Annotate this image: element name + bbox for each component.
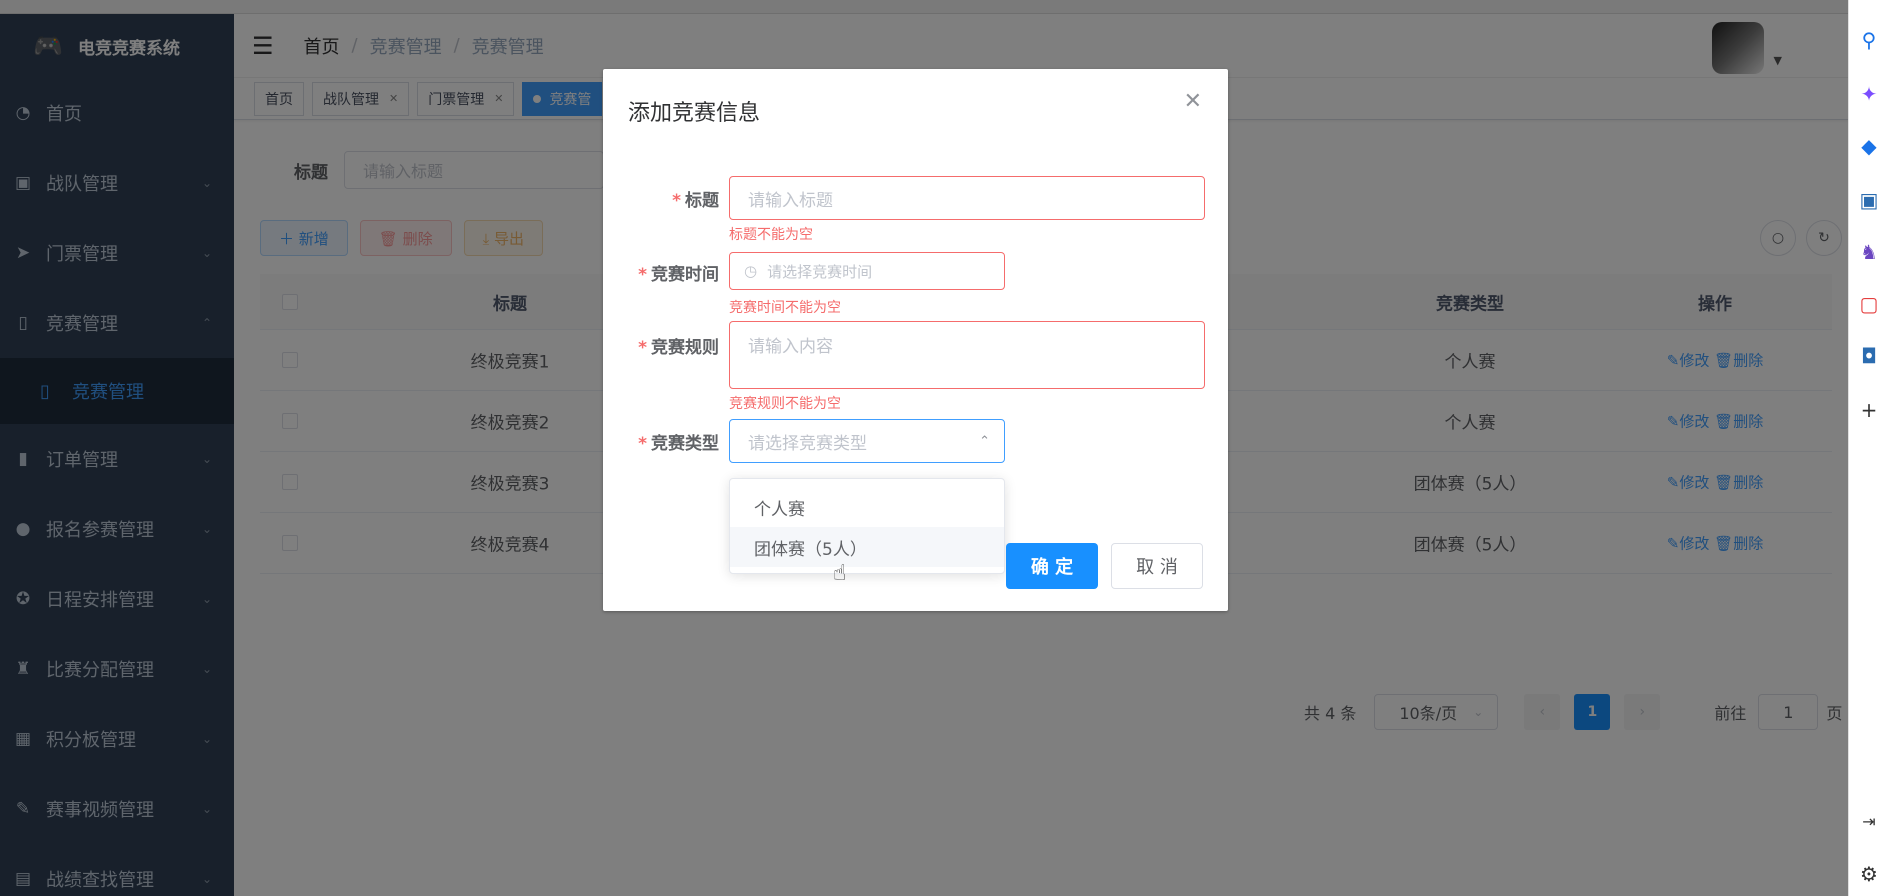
time-placeholder: 请选择竞赛时间 (767, 262, 873, 281)
cancel-button[interactable]: 取 消 (1111, 543, 1203, 589)
close-icon[interactable]: ✕ (1184, 89, 1202, 114)
chevron-up-icon: ⌃ (979, 433, 990, 449)
browser-side-bar: ⚲ ✦ ◆ ▣ ♞ ▢ ◘ + ⇥ ⚙ (1848, 0, 1888, 896)
clock-icon: ◷ (744, 262, 758, 280)
option-individual[interactable]: 个人赛 (730, 487, 1004, 527)
required-mark: * (672, 191, 681, 211)
games-icon[interactable]: ♞ (1849, 240, 1888, 264)
rules-error: 竞赛规则不能为空 (729, 396, 841, 412)
hand-cursor-icon: ☝ (833, 561, 847, 586)
office-icon[interactable]: ▢ (1849, 292, 1888, 316)
time-error: 竞赛时间不能为空 (729, 300, 841, 316)
outlook-icon[interactable]: ◘ (1849, 344, 1888, 368)
search-icon[interactable]: ⚲ (1849, 28, 1888, 52)
gear-icon[interactable]: ⚙ (1849, 862, 1888, 886)
toolbox-icon[interactable]: ▣ (1849, 188, 1888, 212)
add-competition-dialog: 添加竞赛信息 ✕ * 标题 请输入标题 标题不能为空 * 竞赛时间 ◷ 请选择竞赛时… (603, 69, 1228, 611)
dialog-title: 添加竞赛信息 (628, 101, 761, 126)
rules-textarea[interactable]: 请输入内容 (729, 321, 1205, 389)
field-label-rules: * 竞赛规则 (638, 338, 719, 358)
type-placeholder: 请选择竞赛类型 (748, 433, 867, 454)
title-error: 标题不能为空 (729, 227, 813, 243)
tag-icon[interactable]: ◆ (1849, 134, 1888, 158)
field-label-time: * 竞赛时间 (638, 265, 719, 285)
time-picker[interactable]: ◷ 请选择竞赛时间 (729, 252, 1005, 290)
field-label-title: * 标题 (672, 191, 719, 211)
required-mark: * (638, 338, 647, 358)
type-dropdown: 个人赛 团体赛（5人） (729, 478, 1005, 574)
type-select[interactable]: 请选择竞赛类型 ⌃ (729, 419, 1005, 463)
add-icon[interactable]: + (1849, 398, 1888, 422)
option-team[interactable]: 团体赛（5人） (730, 527, 1004, 567)
field-label-type: * 竞赛类型 (638, 434, 719, 454)
title-input[interactable]: 请输入标题 (729, 176, 1205, 220)
confirm-button[interactable]: 确 定 (1006, 543, 1098, 589)
required-mark: * (638, 265, 647, 285)
exit-sidebar-icon[interactable]: ⇥ (1849, 812, 1888, 831)
sparkle-icon[interactable]: ✦ (1849, 82, 1888, 106)
required-mark: * (638, 434, 647, 454)
